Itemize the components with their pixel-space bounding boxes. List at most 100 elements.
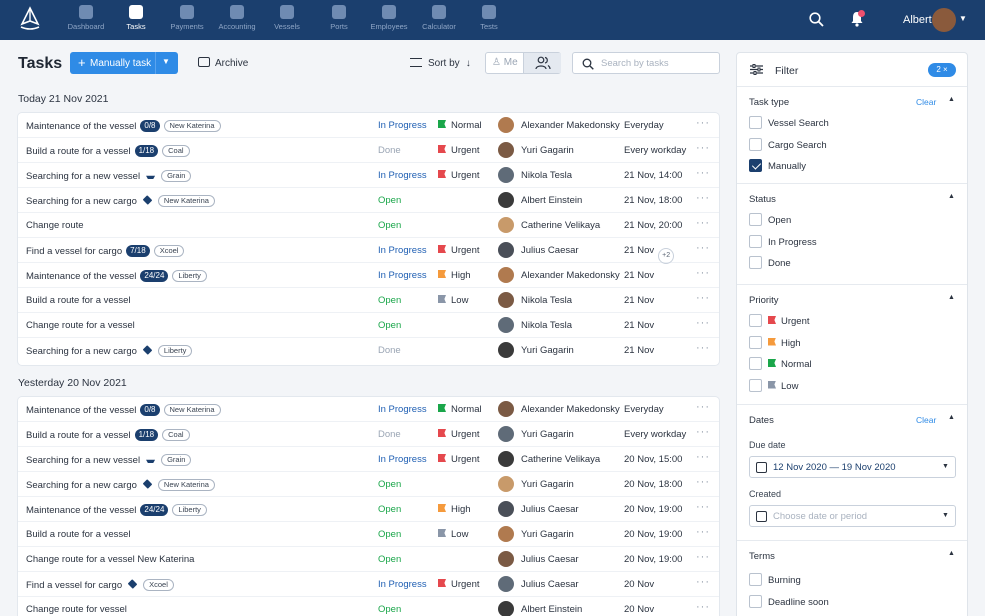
more-options-icon[interactable]: ··· — [696, 267, 710, 279]
nav-item-vessels[interactable]: Vessels — [262, 5, 312, 31]
task-title[interactable]: Searching for a new vessel — [26, 171, 140, 182]
more-options-icon[interactable]: ··· — [696, 342, 710, 354]
chevron-up-icon[interactable]: ▲ — [948, 193, 955, 200]
avatar[interactable] — [498, 342, 514, 358]
table-row[interactable]: Searching for a new vessel Grain In Progre… — [18, 163, 719, 188]
avatar[interactable] — [498, 601, 514, 616]
filter-option-in-progress[interactable]: In Progress — [749, 234, 817, 248]
vessel-tag[interactable]: Xcoel — [143, 579, 174, 591]
chevron-down-icon[interactable]: ▼ — [959, 14, 967, 23]
task-title[interactable]: Change route for vessel — [26, 604, 127, 615]
table-row[interactable]: Maintenance of the vessel 24/24 Liberty In … — [18, 263, 719, 288]
filter-option-low[interactable]: Low — [749, 378, 798, 392]
checkbox[interactable] — [749, 594, 762, 608]
checkbox[interactable] — [749, 213, 762, 226]
task-title[interactable]: Build a route for a vessel — [26, 295, 131, 306]
more-options-icon[interactable]: ··· — [696, 426, 710, 438]
table-row[interactable]: Maintenance of the vessel 24/24 Liberty Ope… — [18, 497, 719, 522]
more-options-icon[interactable]: ··· — [696, 576, 710, 588]
avatar[interactable] — [498, 451, 514, 467]
more-options-icon[interactable]: ··· — [696, 167, 710, 179]
due-date-picker[interactable]: 12 Nov 2020 — 19 Nov 2020 ▼ — [749, 456, 956, 478]
vessel-tag[interactable]: Liberty — [172, 504, 207, 516]
user-avatar[interactable] — [932, 8, 956, 32]
table-row[interactable]: Change route for vessel Open Albert Einste… — [18, 597, 719, 616]
task-title[interactable]: Build a route for a vessel — [26, 146, 131, 157]
more-options-icon[interactable]: ··· — [696, 242, 710, 254]
task-title[interactable]: Searching for a new cargo — [26, 196, 137, 207]
sort-by-button[interactable]: Sort by ↓ — [410, 58, 471, 69]
checkbox[interactable] — [749, 573, 762, 586]
task-title[interactable]: Find a vessel for cargo — [26, 580, 122, 591]
table-row[interactable]: Change route for a vessel New Katerina Op… — [18, 547, 719, 572]
task-title[interactable]: Find a vessel for cargo — [26, 246, 122, 257]
checkbox[interactable] — [749, 159, 762, 172]
ship-logo-icon[interactable] — [18, 6, 42, 34]
vessel-tag[interactable]: Grain — [161, 454, 192, 466]
table-row[interactable]: Maintenance of the vessel 0/8 New Katerina… — [18, 397, 719, 422]
table-row[interactable]: Build a route for a vessel 1/18 Coal Done Ur… — [18, 422, 719, 447]
checkbox[interactable] — [749, 314, 762, 327]
table-row[interactable]: Build a route for a vessel 1/18 Coal Done Ur… — [18, 138, 719, 163]
chevron-up-icon[interactable]: ▲ — [948, 294, 955, 301]
filter-option-manually[interactable]: Manually — [749, 159, 806, 172]
more-options-icon[interactable]: ··· — [696, 401, 710, 413]
search-input[interactable] — [601, 56, 716, 71]
vessel-tag[interactable]: Grain — [161, 170, 192, 182]
table-row[interactable]: Searching for a new vessel Grain In Progre… — [18, 447, 719, 472]
more-options-icon[interactable]: ··· — [696, 117, 710, 129]
task-title[interactable]: Build a route for a vessel — [26, 430, 131, 441]
nav-item-dashboard[interactable]: Dashboard — [61, 5, 111, 31]
avatar[interactable] — [498, 117, 514, 133]
more-options-icon[interactable]: ··· — [696, 601, 710, 613]
checkbox[interactable] — [749, 357, 762, 370]
task-title[interactable]: Change route for a vessel New Katerina — [26, 554, 194, 565]
task-title[interactable]: Maintenance of the vessel — [26, 505, 136, 516]
checkbox[interactable] — [749, 234, 762, 248]
task-title[interactable]: Maintenance of the vessel — [26, 405, 136, 416]
vessel-tag[interactable]: Liberty — [172, 270, 207, 282]
task-title[interactable]: Change route — [26, 220, 84, 231]
vessel-tag[interactable]: New Katerina — [157, 195, 215, 207]
filter-option-vessel-search[interactable]: Vessel Search — [749, 116, 829, 129]
nav-item-employees[interactable]: Employees — [364, 5, 414, 31]
vessel-tag[interactable]: Coal — [162, 429, 190, 441]
more-options-icon[interactable]: ··· — [696, 476, 710, 488]
table-row[interactable]: Build a route for a vessel Open Low Yuri Ga… — [18, 522, 719, 547]
checkbox[interactable] — [749, 378, 762, 392]
avatar[interactable] — [498, 292, 514, 308]
checkbox[interactable] — [749, 335, 762, 349]
avatar[interactable] — [498, 192, 514, 208]
extra-assignees-badge[interactable]: +2 — [658, 248, 675, 264]
filter-option-cargo-search[interactable]: Cargo Search — [749, 137, 827, 151]
avatar[interactable] — [498, 401, 514, 417]
avatar[interactable] — [498, 551, 514, 567]
chevron-up-icon[interactable]: ▲ — [948, 414, 955, 421]
avatar[interactable] — [498, 426, 514, 442]
avatar[interactable] — [498, 526, 514, 542]
avatar[interactable] — [498, 217, 514, 233]
filter-option-burning[interactable]: Burning — [749, 573, 801, 586]
vessel-tag[interactable]: Xcoel — [153, 245, 185, 257]
nav-item-payments[interactable]: Payments — [162, 5, 212, 31]
nav-item-tests[interactable]: Tests — [464, 5, 514, 31]
avatar[interactable] — [498, 501, 514, 517]
more-options-icon[interactable]: ··· — [696, 217, 710, 229]
vessel-tag[interactable]: New Katerina — [163, 120, 221, 132]
nav-item-calculator[interactable]: Calculator — [414, 5, 464, 31]
table-row[interactable]: Searching for a new cargo Liberty Done Yuri… — [18, 338, 719, 363]
more-options-icon[interactable]: ··· — [696, 292, 710, 304]
task-title[interactable]: Searching for a new vessel — [26, 455, 140, 466]
nav-item-ports[interactable]: Ports — [314, 5, 364, 31]
checkbox[interactable] — [749, 137, 762, 151]
avatar[interactable] — [498, 267, 514, 283]
vessel-tag[interactable]: New Katerina — [163, 404, 221, 416]
table-row[interactable]: Searching for a new cargo New Katerina Ope… — [18, 188, 719, 213]
filter-option-normal[interactable]: Normal — [749, 357, 812, 370]
table-row[interactable]: Find a vessel for cargo Xcoel In Progress U… — [18, 572, 719, 597]
clear-task-type-button[interactable]: Clear — [916, 97, 936, 107]
task-title[interactable]: Maintenance of the vessel — [26, 271, 136, 282]
avatar[interactable] — [498, 576, 514, 592]
nav-item-accounting[interactable]: Accounting — [212, 5, 262, 31]
table-row[interactable]: Change route Open Catherine Velikaya 21 Nov… — [18, 213, 719, 238]
